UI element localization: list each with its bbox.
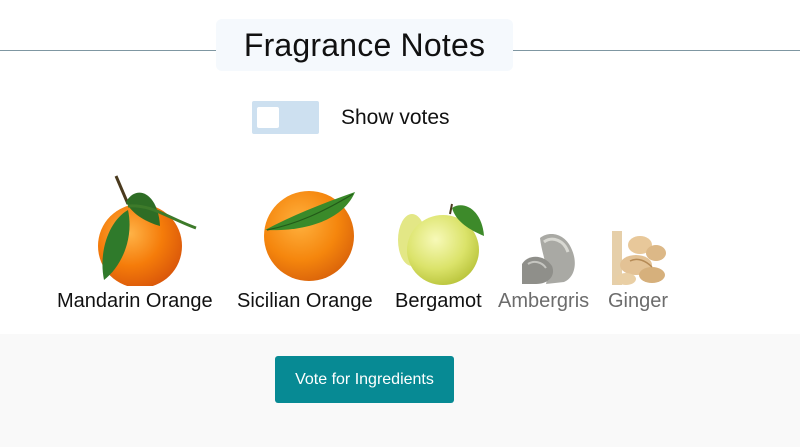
mandarin-orange-image — [88, 174, 198, 286]
ambergris-image — [520, 230, 576, 284]
fragrance-notes-list: Mandarin Orange Sicilian Orange Bergamot… — [0, 0, 800, 330]
note-label: Ginger — [608, 290, 669, 312]
sicilian-orange-image — [261, 186, 359, 282]
note-label: Sicilian Orange — [237, 290, 373, 312]
ginger-image — [612, 231, 668, 285]
bergamot-image — [398, 200, 485, 286]
vote-for-ingredients-button[interactable]: Vote for Ingredients — [275, 356, 454, 403]
note-label: Mandarin Orange — [57, 290, 213, 312]
note-label: Ambergris — [498, 290, 590, 312]
note-label: Bergamot — [395, 290, 482, 312]
